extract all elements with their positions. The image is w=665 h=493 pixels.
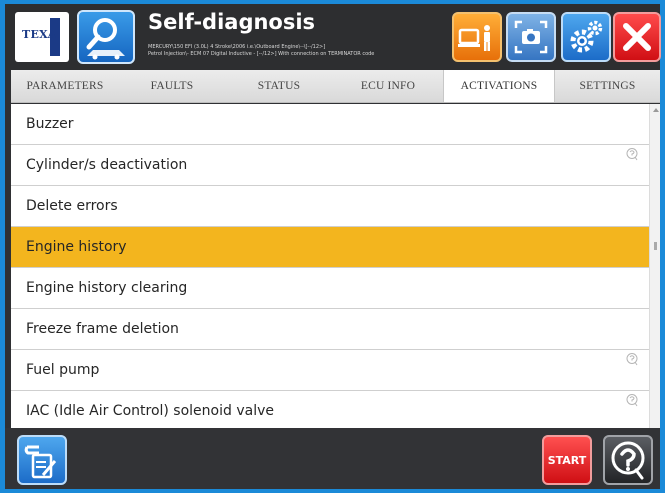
tab-ecu-info[interactable]: ECU INFO bbox=[333, 70, 443, 102]
connection-icon bbox=[458, 25, 490, 51]
help-bubble-icon[interactable] bbox=[625, 147, 639, 161]
list-item-label: Engine history clearing bbox=[26, 280, 188, 296]
list-item[interactable]: Engine history clearing bbox=[11, 268, 649, 309]
list-item-label: Fuel pump bbox=[26, 362, 100, 378]
tab-faults[interactable]: FAULTS bbox=[119, 70, 225, 102]
help-bubble-icon[interactable] bbox=[625, 393, 639, 407]
magnifier-car-icon bbox=[86, 18, 125, 60]
help-bubble-icon[interactable] bbox=[625, 352, 639, 366]
connection-button[interactable] bbox=[452, 12, 502, 62]
wrench-document-icon bbox=[24, 445, 57, 479]
help-button[interactable] bbox=[603, 435, 653, 485]
settings-gear-icon bbox=[570, 20, 603, 53]
start-button[interactable]: START bbox=[542, 435, 592, 485]
list-item[interactable]: Freeze frame deletion bbox=[11, 309, 649, 350]
diagnosis-search-button[interactable] bbox=[77, 10, 135, 64]
tab-status[interactable]: STATUS bbox=[225, 70, 333, 102]
page-title: Self-diagnosis bbox=[148, 10, 316, 34]
list-scrollbar[interactable] bbox=[649, 104, 660, 428]
list-item-label: Buzzer bbox=[26, 116, 74, 132]
vehicle-info-line-1: MERCURY\150 EFI (3.0L) 4 Stroke\2006 i.e… bbox=[148, 44, 326, 50]
screenshot-icon bbox=[514, 20, 548, 54]
screenshot-button[interactable] bbox=[506, 12, 556, 62]
list-item[interactable]: IAC (Idle Air Control) solenoid valve bbox=[11, 391, 649, 428]
question-bubble-icon bbox=[611, 441, 645, 480]
list-item-label: Cylinder/s deactivation bbox=[26, 157, 188, 173]
footer-bar: START bbox=[5, 428, 660, 489]
activations-list: Buzzer Cylinder/s deactivation Delete er… bbox=[11, 104, 649, 428]
list-item[interactable]: Delete errors bbox=[11, 186, 649, 227]
list-item[interactable]: Cylinder/s deactivation bbox=[11, 145, 649, 186]
header-bar: TEXA Self-diagnosis MERCURY\150 EFI (3.0… bbox=[5, 4, 661, 70]
vehicle-info-line-2: Petrol Injection\- ECM 07 Digital Induct… bbox=[148, 51, 375, 57]
settings-button[interactable] bbox=[561, 12, 611, 62]
tab-settings[interactable]: SETTINGS bbox=[555, 70, 660, 102]
tab-bar: PARAMETERS FAULTS STATUS ECU INFO ACTIVA… bbox=[11, 70, 660, 103]
logo-text: TEXA bbox=[22, 28, 57, 41]
list-item-label: Engine history bbox=[26, 239, 127, 255]
texa-logo: TEXA bbox=[15, 12, 69, 62]
scroll-up-arrow-icon[interactable] bbox=[653, 108, 659, 112]
list-item-selected[interactable]: Engine history bbox=[11, 227, 649, 268]
list-item-label: IAC (Idle Air Control) solenoid valve bbox=[26, 403, 274, 419]
scroll-thumb[interactable] bbox=[654, 242, 657, 250]
tab-parameters[interactable]: PARAMETERS bbox=[11, 70, 119, 102]
list-item[interactable]: Buzzer bbox=[11, 104, 649, 145]
tab-activations[interactable]: ACTIVATIONS bbox=[443, 70, 555, 102]
start-label: START bbox=[547, 454, 587, 467]
close-icon bbox=[623, 23, 651, 51]
edit-tools-button[interactable] bbox=[17, 435, 67, 485]
vehicle-info: MERCURY\150 EFI (3.0L) 4 Stroke\2006 i.e… bbox=[148, 44, 448, 58]
list-item[interactable]: Fuel pump bbox=[11, 350, 649, 391]
list-item-label: Delete errors bbox=[26, 198, 118, 214]
list-item-label: Freeze frame deletion bbox=[26, 321, 179, 337]
close-button[interactable] bbox=[613, 12, 661, 62]
